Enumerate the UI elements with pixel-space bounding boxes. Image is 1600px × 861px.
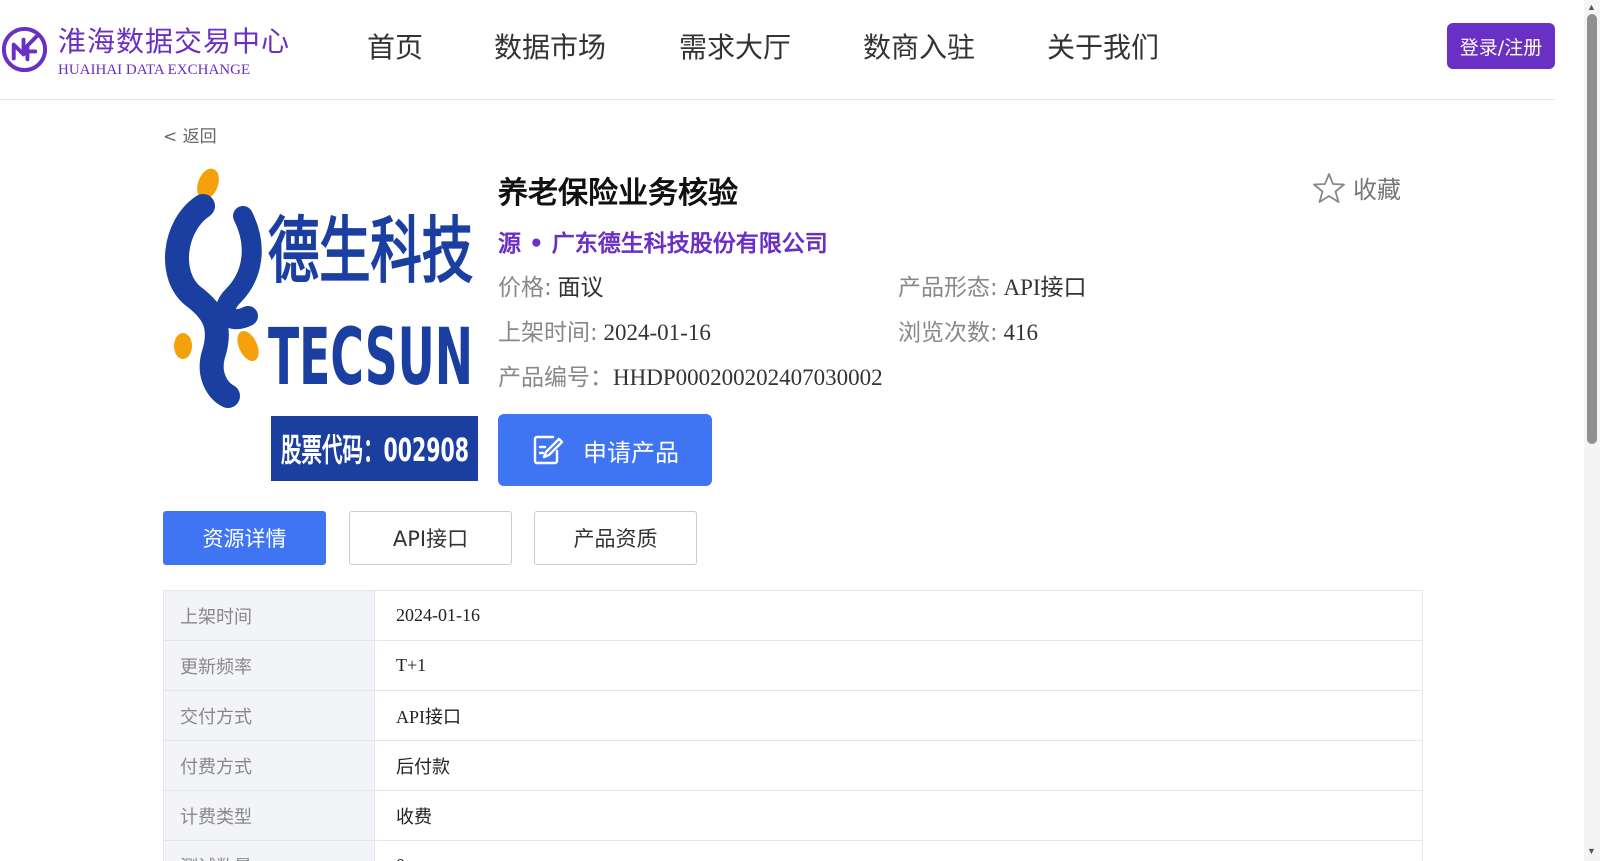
row-label: 更新频率	[164, 641, 375, 690]
row-label: 上架时间	[164, 591, 375, 640]
table-row: 计费类型 收费	[164, 791, 1422, 841]
edit-icon	[533, 435, 564, 465]
svg-text:德生科技: 德生科技	[268, 209, 473, 293]
row-value: 收费	[396, 806, 432, 827]
row-value: 0	[375, 841, 1422, 861]
price-value: 面议	[557, 275, 604, 301]
site-header: 淮海数据交易中心 HUAIHAI DATA EXCHANGE 首页 数据市场 需…	[0, 0, 1555, 100]
nav-about-us[interactable]: 关于我们	[1047, 26, 1159, 66]
code-label: 产品编号：	[498, 365, 613, 391]
price-label: 价格:	[498, 275, 552, 301]
code-row: 产品编号：HHDP000200202407030002	[498, 358, 883, 392]
form-label: 产品形态:	[898, 275, 998, 301]
svg-text:TECSUN: TECSUN	[268, 313, 473, 403]
table-row: 更新频率 T+1	[164, 641, 1422, 691]
views-label: 浏览次数:	[898, 320, 998, 346]
star-icon	[1313, 172, 1345, 203]
listed-value: 2024-01-16	[603, 320, 711, 345]
favorite-button[interactable]: 收藏	[1313, 170, 1401, 205]
row-value: 2024-01-16	[396, 605, 480, 625]
scroll-up-icon[interactable]: ▲	[1587, 2, 1596, 12]
apply-product-label: 申请产品	[583, 438, 679, 467]
row-value: 后付款	[396, 756, 450, 777]
code-value: HHDP000200202407030002	[613, 365, 883, 390]
svg-text:股票代码：002908: 股票代码：002908	[281, 431, 469, 469]
nav-merchant-join[interactable]: 数商入驻	[863, 26, 975, 66]
tab-api[interactable]: API接口	[349, 511, 512, 565]
details-table: 上架时间 2024-01-16 更新频率 T+1 交付方式 API接口 付费方式…	[163, 590, 1423, 861]
apply-product-button[interactable]: 申请产品	[498, 414, 712, 486]
row-label: 付费方式	[164, 741, 375, 790]
form-value: API接口	[1003, 275, 1087, 300]
form-row: 产品形态: API接口	[898, 268, 1087, 302]
row-label: 测试数量	[164, 841, 375, 861]
nav-home[interactable]: 首页	[367, 26, 423, 66]
views-value: 416	[1003, 320, 1039, 345]
provider-link[interactable]: 源 • 广东德生科技股份有限公司	[498, 224, 828, 258]
logo-title[interactable]: 淮海数据交易中心	[58, 20, 290, 60]
scrollbar-thumb[interactable]	[1587, 14, 1597, 444]
table-row: 测试数量 0	[164, 841, 1422, 861]
logo-subtitle: HUAIHAI DATA EXCHANGE	[58, 62, 251, 78]
nav-demand-hall[interactable]: 需求大厅	[679, 26, 791, 66]
table-row: 交付方式 API接口	[164, 691, 1422, 741]
row-value: API接口	[396, 706, 462, 727]
row-label: 计费类型	[164, 791, 375, 840]
views-row: 浏览次数: 416	[898, 313, 1038, 347]
tab-qualifications[interactable]: 产品资质	[534, 511, 697, 565]
listed-label: 上架时间:	[498, 320, 598, 346]
row-value: T+1	[396, 655, 427, 675]
back-link[interactable]: < 返回	[163, 122, 217, 147]
product-image: 德生科技 TECSUN 股票代码：002908	[163, 166, 478, 481]
favorite-label: 收藏	[1353, 176, 1401, 204]
logo-mark-icon[interactable]	[0, 25, 49, 74]
login-register-button[interactable]: 登录/注册	[1447, 23, 1555, 69]
table-row: 付费方式 后付款	[164, 741, 1422, 791]
scroll-down-icon[interactable]: ▼	[1587, 846, 1596, 856]
listed-row: 上架时间: 2024-01-16	[498, 313, 711, 347]
price-row: 价格: 面议	[498, 268, 604, 302]
table-row: 上架时间 2024-01-16	[164, 591, 1422, 641]
nav-data-market[interactable]: 数据市场	[494, 26, 606, 66]
tab-resource-details[interactable]: 资源详情	[163, 511, 326, 565]
row-label: 交付方式	[164, 691, 375, 740]
product-title: 养老保险业务核验	[498, 176, 738, 211]
